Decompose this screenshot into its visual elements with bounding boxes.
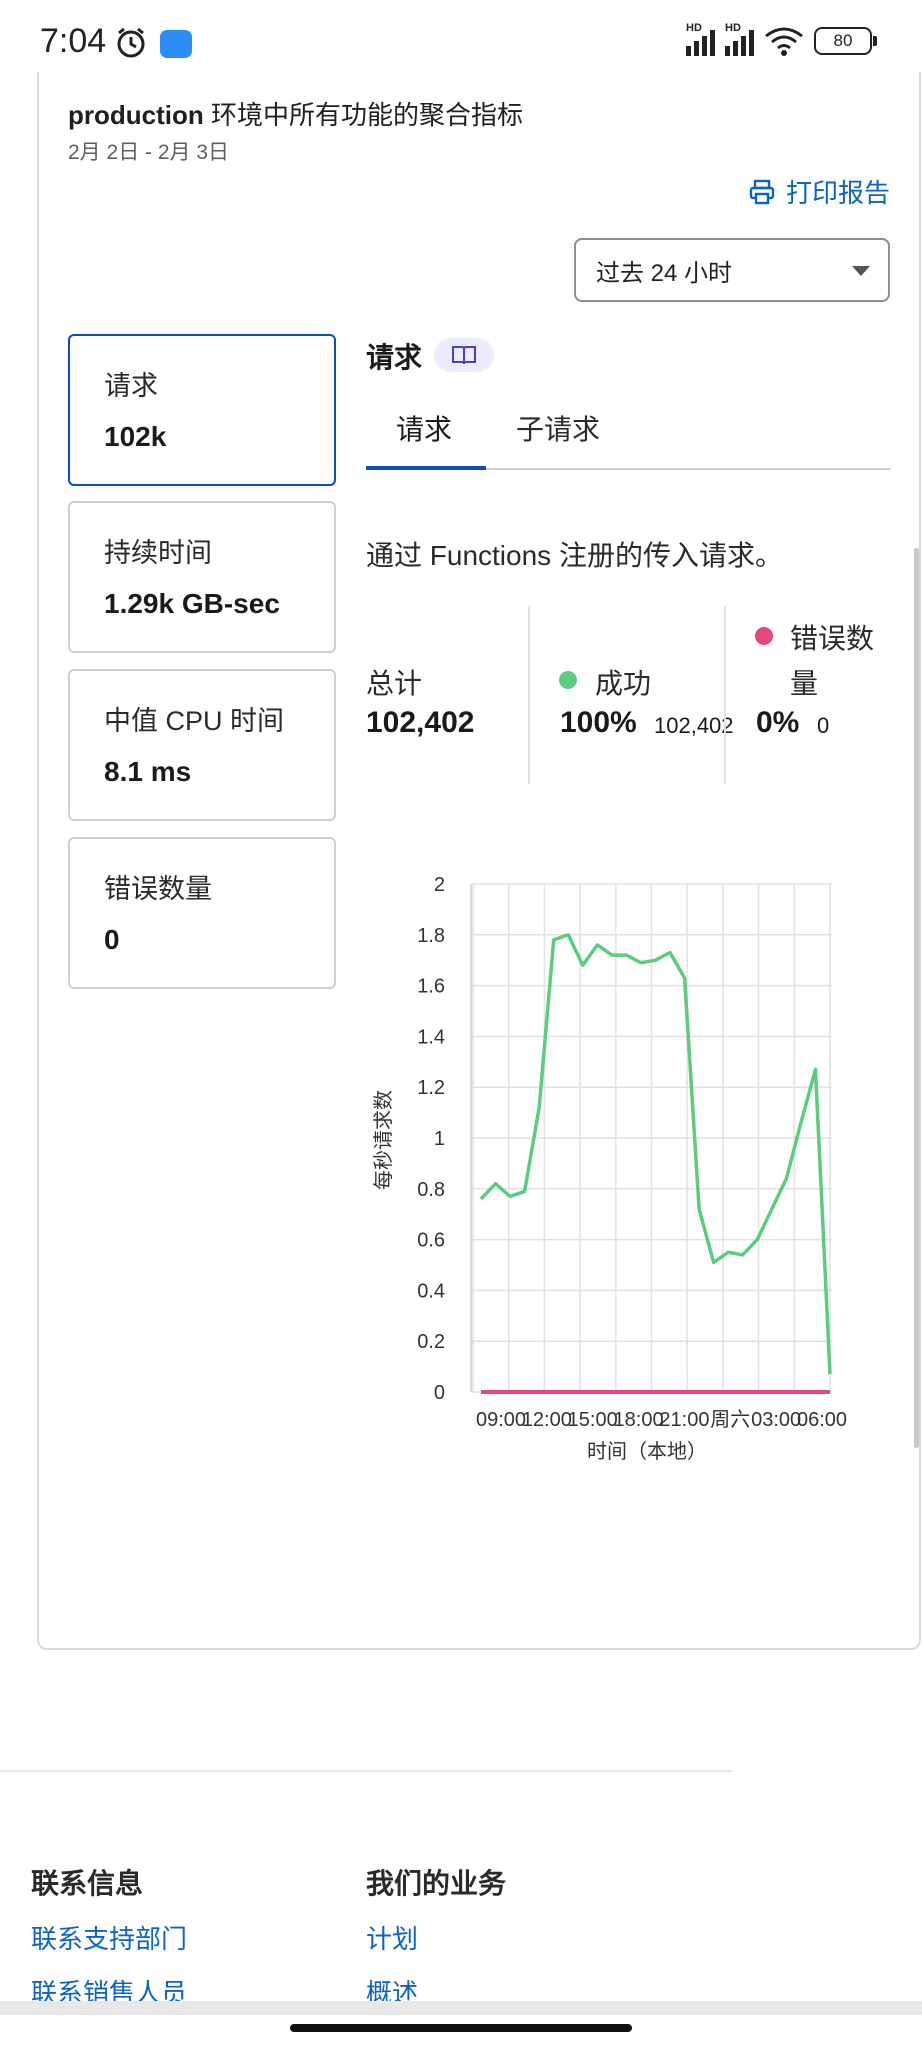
x-tick-label: 12:00 (522, 1409, 572, 1431)
book-icon (452, 346, 476, 365)
error-percent: 0% (756, 706, 800, 739)
dropdown-caret-icon (852, 266, 870, 276)
metric-card-requests[interactable]: 请求 102k (68, 334, 336, 486)
print-report-label: 打印报告 (785, 178, 890, 208)
alarm-icon (114, 26, 148, 65)
footer-heading-business: 我们的业务 (366, 1868, 507, 1899)
success-dot-icon (559, 671, 577, 689)
x-tick-label: 18:00 (614, 1409, 664, 1431)
metric-value: 0 (104, 924, 120, 955)
y-tick-label: 2 (434, 874, 445, 896)
time-range-select[interactable]: 过去 24 小时 (574, 238, 890, 302)
active-tab-indicator (366, 466, 486, 470)
status-time: 7:04 (40, 22, 107, 60)
tab-subrequests[interactable]: 子请求 (516, 408, 600, 448)
total-label: 总计 (366, 668, 423, 699)
y-tick-label: 1.8 (417, 925, 445, 947)
x-tick-label: 15:00 (568, 1409, 618, 1431)
x-tick-label: 09:00 (476, 1409, 526, 1431)
error-dot-icon (755, 627, 773, 645)
error-label-line1: 错误数 (790, 623, 875, 654)
environment-name: production (68, 100, 204, 130)
bottom-bar (0, 2001, 922, 2015)
x-axis-label: 时间（本地） (587, 1440, 707, 1463)
metric-card-duration[interactable]: 持续时间 1.29k GB-sec (68, 501, 336, 653)
x-axis-ticks: 09:0012:0015:0018:0021:00 周六 03:0006:00 (476, 1408, 847, 1431)
metric-label: 错误数量 (104, 874, 212, 904)
metric-label: 中值 CPU 时间 (104, 706, 285, 736)
battery-icon: 80 (814, 27, 877, 55)
y-tick-label: 1 (434, 1128, 445, 1150)
x-tick-label: 21:00 (659, 1409, 709, 1431)
x-tick-label: 周六 (710, 1408, 750, 1431)
metric-label: 持续时间 (104, 538, 212, 568)
error-label-line2: 量 (790, 668, 819, 699)
home-indicator[interactable] (290, 2024, 632, 2032)
requests-chart: 0 0.2 0.4 0.6 0.8 1 1.2 1.4 1.6 1.8 2 09:0012:0015… (372, 874, 847, 1463)
metric-card-errors[interactable]: 错误数量 0 (68, 837, 336, 989)
footer-link-plans[interactable]: 计划 (366, 1919, 418, 1956)
x-tick-label: 06:00 (797, 1409, 847, 1431)
metric-label: 请求 (104, 371, 158, 401)
signal-icon: HD (686, 22, 715, 56)
y-axis-label: 每秒请求数 (372, 1090, 395, 1190)
success-percent: 100% (560, 706, 637, 739)
printer-icon (749, 179, 775, 204)
signal-icon: HD (725, 22, 754, 56)
metric-card-cpu-time[interactable]: 中值 CPU 时间 8.1 ms (68, 669, 336, 821)
error-count: 0 (817, 713, 830, 738)
metric-value: 1.29k GB-sec (104, 588, 280, 619)
scrollbar[interactable] (914, 548, 919, 1448)
series-line (479, 933, 832, 1375)
print-report-link[interactable]: 打印报告 (748, 173, 890, 210)
success-label: 成功 (595, 668, 652, 699)
metric-value: 102k (104, 421, 167, 452)
footer-divider (0, 1770, 733, 1772)
x-tick-label: 03:00 (751, 1409, 801, 1431)
stat-divider (528, 606, 530, 784)
status-indicators: HD HD 80 (686, 22, 877, 56)
y-tick-label: 0.6 (417, 1230, 445, 1252)
total-value: 102,402 (366, 706, 475, 739)
y-tick-label: 1.4 (417, 1026, 445, 1048)
docs-badge[interactable] (434, 338, 494, 372)
page-subtitle: production 环境中所有功能的聚合指标 (68, 95, 523, 132)
date-range: 2月 2日 - 2月 3日 (68, 141, 230, 164)
panel-description: 通过 Functions 注册的传入请求。 (366, 540, 783, 571)
stat-divider (724, 606, 726, 784)
app-notification-icon (160, 30, 192, 58)
time-range-value: 过去 24 小时 (596, 259, 733, 287)
footer-link-support[interactable]: 联系支持部门 (31, 1919, 187, 1956)
y-tick-label: 0.2 (417, 1331, 445, 1353)
metric-value: 8.1 ms (104, 756, 192, 787)
panel-title: 请求 (366, 342, 423, 373)
tab-requests[interactable]: 请求 (396, 408, 452, 448)
y-tick-label: 1.2 (417, 1077, 445, 1099)
y-tick-label: 0 (434, 1382, 445, 1404)
success-count: 102,402 (654, 713, 734, 738)
footer-heading-contact: 联系信息 (31, 1868, 144, 1899)
subtitle-text: 环境中所有功能的聚合指标 (203, 100, 523, 130)
y-tick-label: 0.4 (417, 1280, 445, 1302)
y-tick-label: 0.8 (417, 1179, 445, 1201)
chart-series (479, 933, 832, 1394)
y-axis-ticks: 0 0.2 0.4 0.6 0.8 1 1.2 1.4 1.6 1.8 2 (417, 874, 445, 1404)
wifi-icon (765, 27, 803, 56)
y-tick-label: 1.6 (417, 976, 445, 998)
